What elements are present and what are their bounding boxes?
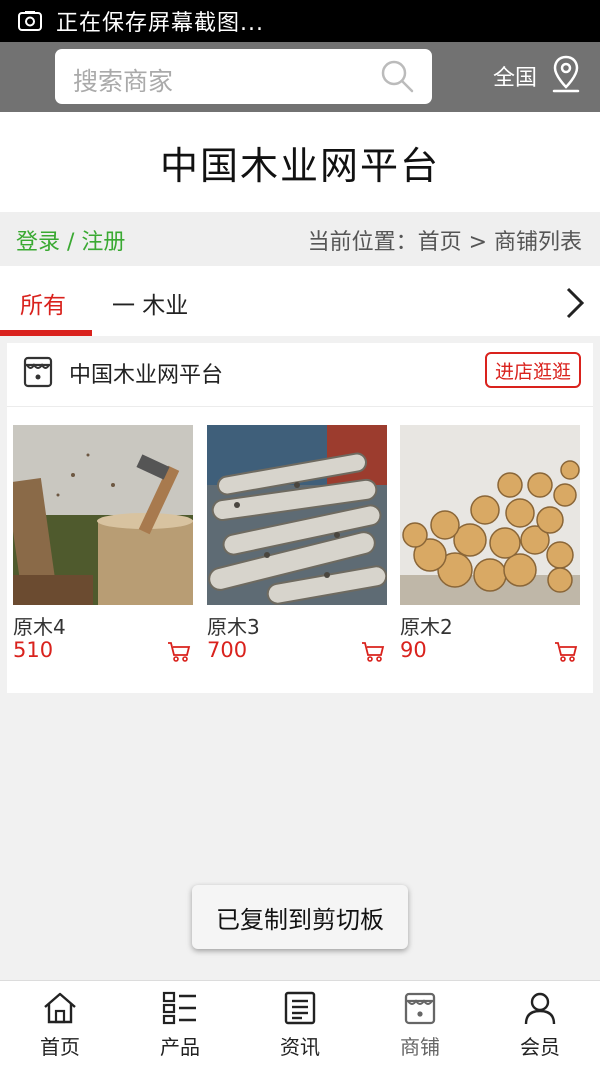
screenshot-icon [18, 11, 42, 31]
nav-item-news[interactable]: 资讯 [240, 981, 360, 1067]
search-placeholder: 搜索商家 [73, 67, 174, 96]
product-card[interactable]: 原木2 90 [400, 425, 580, 662]
tab-all-label: 所有 [20, 293, 66, 319]
shop-header: 中国木业网平台 进店逛逛 [7, 343, 593, 407]
nav-item-products[interactable]: 产品 [120, 981, 240, 1067]
news-icon [284, 991, 316, 1025]
login-register-link[interactable]: 登录 / 注册 [16, 224, 125, 256]
nav-item-member[interactable]: 会员 [480, 981, 600, 1067]
list-icon [162, 991, 196, 1025]
search-input[interactable]: 搜索商家 [55, 49, 432, 104]
store-icon [404, 992, 436, 1025]
nav-label: 产品 [160, 1035, 200, 1059]
product-name: 原木2 [400, 615, 453, 639]
visit-shop-button[interactable]: 进店逛逛 [485, 352, 581, 388]
bottom-nav: 首页 产品 资讯 商铺 会员 [0, 980, 600, 1067]
page-title: 中国木业网平台 [0, 112, 600, 212]
shop-name: 中国木业网平台 [69, 363, 224, 388]
product-name: 原木3 [207, 615, 260, 639]
nav-item-stores[interactable]: 商铺 [360, 981, 480, 1067]
nav-label: 首页 [40, 1035, 80, 1059]
search-icon[interactable] [380, 59, 414, 93]
product-price: 700 [207, 638, 248, 662]
product-image[interactable] [400, 425, 580, 605]
tab-wood[interactable]: 一 木业 [112, 286, 188, 320]
home-icon [44, 992, 76, 1024]
active-tab-underline [0, 330, 92, 336]
nav-item-home[interactable]: 首页 [0, 981, 120, 1067]
location-pin-icon[interactable] [550, 54, 582, 94]
product-price: 510 [13, 638, 54, 662]
cart-icon[interactable] [554, 641, 578, 663]
nav-label: 会员 [520, 1035, 560, 1059]
product-image[interactable] [6, 425, 193, 605]
cart-icon[interactable] [361, 641, 385, 663]
breadcrumb-bar: 登录 / 注册 当前位置：首页 > 商铺列表 [0, 212, 600, 266]
status-text: 正在保存屏幕截图... [56, 11, 264, 36]
header: 搜索商家 全国 [0, 42, 600, 112]
product-card[interactable]: 原木4 510 [6, 425, 193, 662]
product-card[interactable]: 原木3 700 [207, 425, 388, 662]
region-selector[interactable]: 全国 [493, 60, 537, 92]
nav-label: 商铺 [400, 1035, 440, 1059]
category-tabs: 所有 一 木业 [0, 266, 600, 336]
chevron-right-icon[interactable] [563, 286, 587, 320]
cart-icon[interactable] [167, 641, 191, 663]
shop-card: 中国木业网平台 进店逛逛 原木4 510 原木3 700 原木2 90 [6, 343, 593, 693]
breadcrumb: 当前位置：首页 > 商铺列表 [307, 230, 582, 255]
product-image[interactable] [207, 425, 388, 605]
product-price: 90 [400, 638, 427, 662]
store-icon [23, 356, 53, 388]
tab-all[interactable]: 所有 [0, 266, 92, 336]
nav-label: 资讯 [280, 1035, 320, 1059]
toast-message: 已复制到剪切板 [192, 885, 408, 949]
product-name: 原木4 [13, 615, 66, 639]
user-icon [524, 992, 556, 1025]
status-bar: 正在保存屏幕截图... [0, 0, 600, 42]
